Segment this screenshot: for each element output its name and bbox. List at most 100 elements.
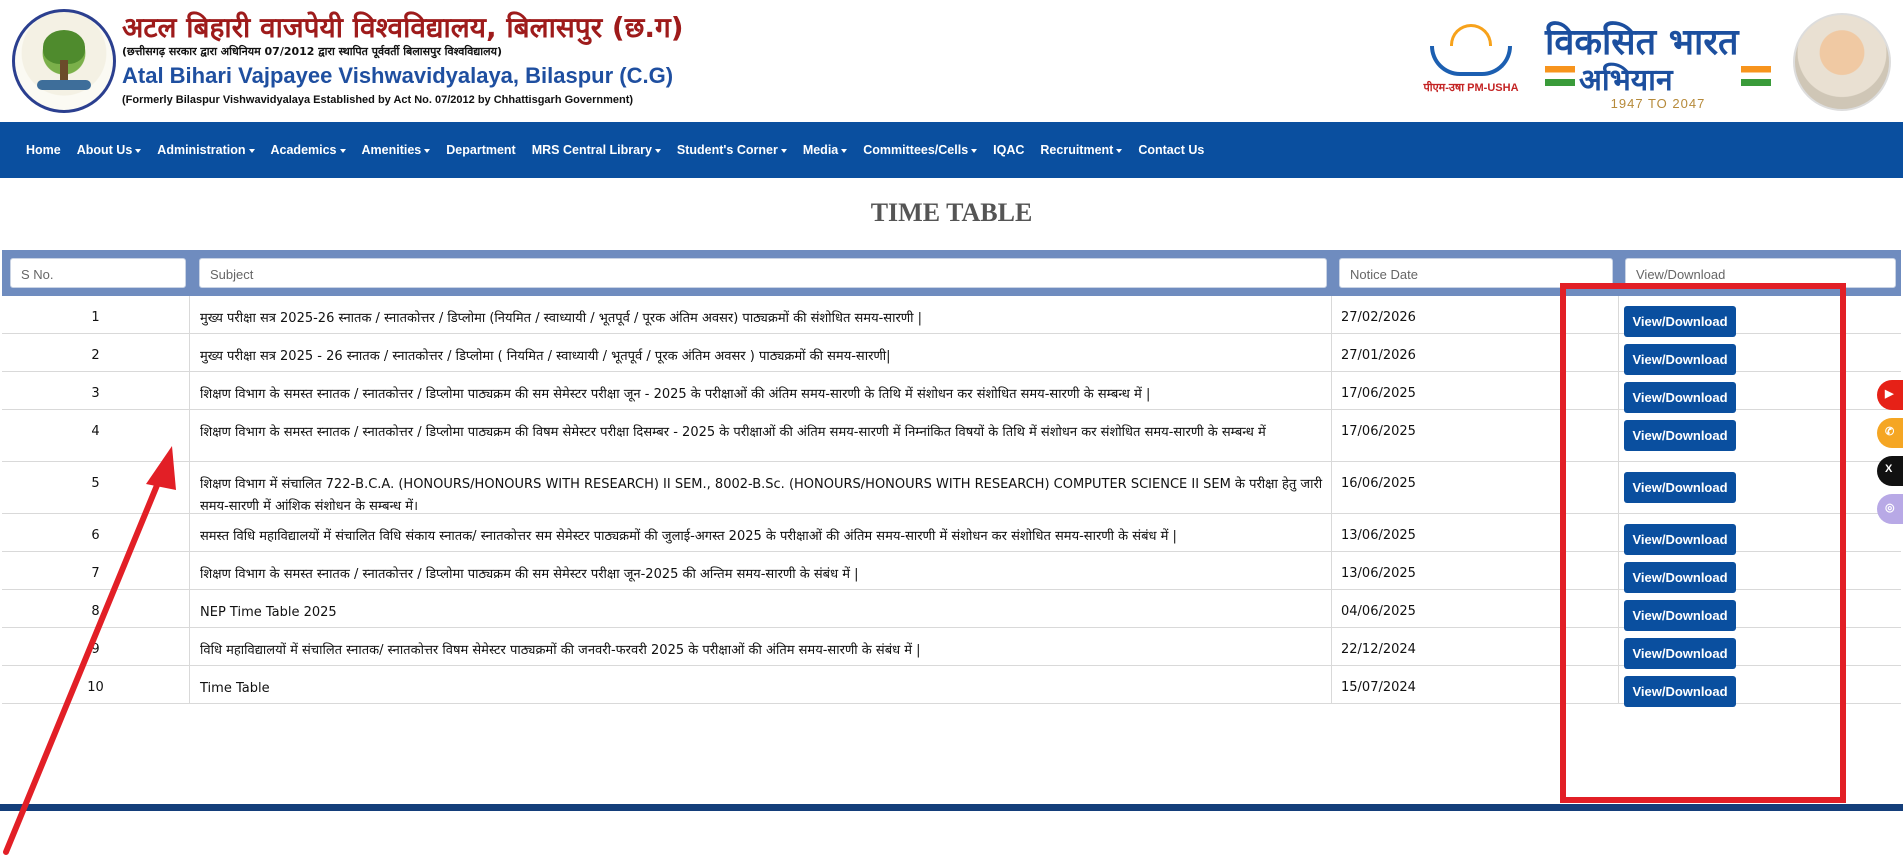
cell-action: View/Download	[1619, 372, 1901, 413]
cell-sno: 6	[2, 514, 190, 551]
cell-sno: 9	[2, 628, 190, 665]
view-download-button[interactable]: View/Download	[1624, 382, 1736, 413]
cell-sno: 3	[2, 372, 190, 409]
cell-subject: समस्त विधि महाविद्यालयों में संचालित विध…	[190, 514, 1332, 551]
sun-rays-icon	[1450, 24, 1492, 46]
nav-item-recruitment[interactable]: Recruitment	[1040, 143, 1123, 157]
cell-subject: NEP Time Table 2025	[190, 590, 1332, 627]
filter-subject[interactable]: Subject	[199, 258, 1327, 288]
cell-action: View/Download	[1619, 410, 1901, 461]
view-download-button[interactable]: View/Download	[1624, 306, 1736, 337]
tricolor-left-icon	[1545, 66, 1575, 86]
cell-sno: 2	[2, 334, 190, 371]
cell-sno: 5	[2, 462, 190, 513]
nav-item-amenities[interactable]: Amenities	[362, 143, 431, 157]
caret-down-icon	[248, 148, 255, 153]
table-row: 1 मुख्य परीक्षा सत्र 2025-26 स्नातक / स्न…	[2, 296, 1901, 337]
nav-item-label: Department	[446, 143, 516, 157]
table-header: S No. Subject Notice Date View/Download	[2, 250, 1901, 296]
footer-divider	[0, 804, 1903, 811]
university-subtitle-english: (Formerly Bilaspur Vishwavidyalaya Estab…	[122, 94, 634, 106]
nav-item-label: MRS Central Library	[531, 143, 652, 157]
cell-notice-date: 15/07/2024	[1332, 666, 1619, 703]
cell-notice-date: 17/06/2025	[1332, 372, 1619, 409]
view-download-button[interactable]: View/Download	[1624, 472, 1736, 503]
nav-item-iqac[interactable]: IQAC	[993, 143, 1024, 157]
cell-action: View/Download	[1619, 628, 1901, 669]
cell-action: View/Download	[1619, 296, 1901, 337]
nav-item-contact-us[interactable]: Contact Us	[1138, 143, 1204, 157]
filter-sno[interactable]: S No.	[10, 258, 186, 288]
cell-subject: शिक्षण विभाग में संचालित 722-B.C.A. (HON…	[190, 462, 1332, 514]
nav-item-media[interactable]: Media	[803, 143, 848, 157]
table-row: 2 मुख्य परीक्षा सत्र 2025 - 26 स्नातक / स…	[2, 334, 1901, 375]
cell-notice-date: 17/06/2025	[1332, 410, 1619, 461]
nav-item-label: Amenities	[361, 143, 422, 157]
filter-notice-date[interactable]: Notice Date	[1339, 258, 1613, 288]
nav-item-label: Home	[26, 143, 61, 157]
view-download-button[interactable]: View/Download	[1624, 638, 1736, 669]
caret-down-icon	[654, 148, 661, 153]
caret-down-icon	[339, 148, 346, 153]
cell-sno: 8	[2, 590, 190, 627]
nav-item-label: Contact Us	[1138, 143, 1205, 157]
nav-item-administration[interactable]: Administration	[157, 143, 255, 157]
viksit-bharat-logo[interactable]: विकसित भारत अभियान 1947 TO 2047	[1545, 12, 1771, 112]
cell-notice-date: 04/06/2025	[1332, 590, 1619, 627]
hands-icon	[1430, 46, 1512, 76]
cell-action: View/Download	[1619, 334, 1901, 375]
cell-subject: मुख्य परीक्षा सत्र 2025 - 26 स्नातक / स्…	[190, 334, 1332, 371]
cell-action: View/Download	[1619, 666, 1901, 707]
nav-item-committees-cells[interactable]: Committees/Cells	[863, 143, 978, 157]
cell-action: View/Download	[1619, 462, 1901, 513]
table-row: 3 शिक्षण विभाग के समस्त स्नातक / स्नातकोत…	[2, 372, 1901, 413]
main-navigation: Home About Us Administration Academics Ameni…	[0, 122, 1903, 178]
university-subtitle-hindi: (छत्तीसगढ़ सरकार द्वारा अधिनियम 07/2012 …	[122, 45, 503, 58]
pm-usha-logo[interactable]: पीएम-उषा PM-USHA	[1420, 20, 1522, 98]
view-download-button[interactable]: View/Download	[1624, 420, 1736, 451]
view-download-button[interactable]: View/Download	[1624, 344, 1736, 375]
page: अटल बिहारी वाजपेयी विश्वविद्यालय, बिलासप…	[0, 0, 1903, 859]
cell-notice-date: 13/06/2025	[1332, 552, 1619, 589]
nav-item-about-us[interactable]: About Us	[77, 143, 142, 157]
instagram-icon[interactable]: ◎	[1877, 494, 1903, 524]
nav-menu: Home About Us Administration Academics Ameni…	[18, 122, 1212, 178]
social-glyph: ▶	[1885, 388, 1894, 400]
view-download-button[interactable]: View/Download	[1624, 524, 1736, 555]
cell-notice-date: 27/02/2026	[1332, 296, 1619, 333]
view-download-button[interactable]: View/Download	[1624, 562, 1736, 593]
nav-item-label: Academics	[270, 143, 337, 157]
x-twitter-icon[interactable]: X	[1877, 456, 1903, 486]
nav-item-student-s-corner[interactable]: Student's Corner	[677, 143, 787, 157]
viksit-bharat-line2: अभियान	[1579, 63, 1673, 98]
table-row: 6 समस्त विधि महाविद्यालयों में संचालित वि…	[2, 514, 1901, 555]
logo-trunk	[60, 60, 68, 82]
cell-sno: 1	[2, 296, 190, 333]
youtube-icon[interactable]: ▶	[1877, 380, 1903, 410]
cell-notice-date: 27/01/2026	[1332, 334, 1619, 371]
cell-sno: 7	[2, 552, 190, 589]
nav-item-label: About Us	[76, 143, 133, 157]
view-download-button[interactable]: View/Download	[1624, 600, 1736, 631]
view-download-button[interactable]: View/Download	[1624, 676, 1736, 707]
cell-subject: मुख्य परीक्षा सत्र 2025-26 स्नातक / स्ना…	[190, 296, 1332, 333]
nav-item-department[interactable]: Department	[446, 143, 515, 157]
cell-sno: 4	[2, 410, 190, 461]
cell-subject: शिक्षण विभाग के समस्त स्नातक / स्नातकोत्…	[190, 410, 1332, 461]
pm-usha-label: पीएम-उषा PM-USHA	[1423, 82, 1519, 94]
filter-view-download[interactable]: View/Download	[1625, 258, 1896, 288]
cell-action: View/Download	[1619, 514, 1901, 555]
nav-item-academics[interactable]: Academics	[271, 143, 346, 157]
nav-item-mrs-central-library[interactable]: MRS Central Library	[532, 143, 661, 157]
whatsapp-icon[interactable]: ✆	[1877, 418, 1903, 448]
table-row: 10 Time Table 15/07/2024 View/Download	[2, 666, 1901, 707]
logo-tree-icon	[43, 30, 85, 64]
university-logo[interactable]	[12, 9, 116, 113]
nav-item-label: Recruitment	[1040, 143, 1114, 157]
table-row: 5 शिक्षण विभाग में संचालित 722-B.C.A. (HO…	[2, 462, 1901, 514]
nav-item-home[interactable]: Home	[26, 143, 61, 157]
tricolor-right-icon	[1741, 66, 1771, 86]
cell-subject: शिक्षण विभाग के समस्त स्नातक / स्नातकोत्…	[190, 552, 1332, 589]
table-row: 8 NEP Time Table 2025 04/06/2025 View/Downl…	[2, 590, 1901, 631]
social-glyph: ◎	[1885, 502, 1895, 514]
